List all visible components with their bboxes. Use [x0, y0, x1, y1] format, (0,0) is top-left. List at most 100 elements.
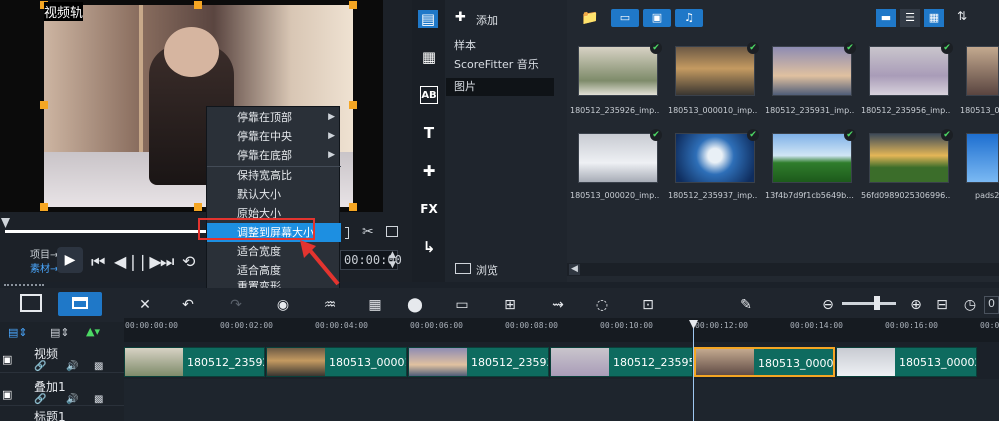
fit-project-icon[interactable]: ⊟	[932, 296, 952, 314]
drag-grip[interactable]	[4, 284, 44, 286]
go-end-icon[interactable]: ⏭	[160, 252, 174, 272]
filter-icon[interactable]: FX	[420, 200, 438, 218]
timeline-clip[interactable]: 180512_235931_im	[408, 347, 549, 377]
next-frame-icon[interactable]: ❘▶	[136, 252, 162, 271]
browse-icon[interactable]	[455, 263, 471, 274]
zoom-slider-handle[interactable]	[874, 296, 880, 310]
view-list-button[interactable]: ☰	[900, 9, 920, 27]
speaker-icon[interactable]: 🔊	[66, 394, 78, 405]
import-folder-icon[interactable]: 📁	[581, 10, 598, 26]
category-item[interactable]: ScoreFitter 音乐	[446, 56, 554, 74]
show-videos-button[interactable]: ▭	[611, 9, 639, 27]
timeline-clip-selected[interactable]: 180513_000031_im	[694, 347, 835, 377]
time-remapping-icon[interactable]: ⇝	[548, 296, 568, 314]
add-button[interactable]: 添加	[476, 12, 498, 28]
resize-handle[interactable]	[349, 1, 357, 9]
tools-icon[interactable]: ✕	[135, 296, 155, 314]
link-icon[interactable]: 🔗	[34, 361, 46, 372]
subtitle-editor-icon[interactable]: ▭	[452, 296, 472, 314]
show-photos-button[interactable]: ▣	[643, 9, 671, 27]
ripple-edit-icon[interactable]: ▲▾	[86, 325, 100, 338]
media-thumbnail[interactable]: ✔	[578, 42, 662, 96]
motion-tracking-icon[interactable]: ⬤	[405, 296, 425, 314]
redo-icon[interactable]: ↷	[226, 296, 246, 314]
title-icon[interactable]: T	[420, 124, 438, 142]
menu-item-keep-aspect[interactable]: 保持宽高比	[207, 166, 341, 185]
menu-item-dock-bottom[interactable]: 停靠在底部 ▶	[207, 146, 341, 165]
grid-icon[interactable]: ▩	[94, 394, 103, 405]
path-icon[interactable]: ↳	[420, 238, 438, 256]
graphic-icon[interactable]: ✚	[420, 162, 438, 180]
zoom-in-icon[interactable]: ⊕	[906, 296, 926, 314]
speaker-icon[interactable]: 🔊	[66, 361, 78, 372]
transition-icon[interactable]: AB	[420, 86, 438, 104]
category-item-selected[interactable]: 图片	[446, 78, 554, 96]
track-manager-icon[interactable]: ▤⇕	[8, 326, 28, 339]
view-list-wide-button[interactable]: ▬	[876, 9, 896, 27]
enlarge-icon[interactable]	[386, 226, 398, 237]
mask-creator-icon[interactable]: ◌	[592, 296, 612, 314]
mark-out-icon[interactable]	[345, 227, 349, 239]
scissors-icon[interactable]: ✂	[362, 224, 374, 240]
add-icon[interactable]: ✚	[455, 10, 466, 25]
multi-camera-icon[interactable]: ⊞	[500, 296, 520, 314]
auto-music-icon[interactable]: ▦	[365, 296, 385, 314]
media-thumbnail[interactable]: ✔	[578, 129, 662, 183]
media-icon[interactable]: ▤	[418, 10, 438, 28]
check-icon: ✔	[650, 42, 662, 54]
timeline-clip[interactable]: 180512_235926_im	[124, 347, 265, 377]
resize-handle[interactable]	[194, 1, 202, 9]
grid-icon[interactable]: ▩	[94, 361, 103, 372]
mark-icon[interactable]: ✎	[736, 296, 756, 314]
mode-project-label[interactable]: 项目→	[30, 246, 58, 261]
undo-icon[interactable]: ↶	[178, 296, 198, 314]
resize-handle[interactable]	[349, 101, 357, 109]
sort-icon[interactable]: ⇅	[957, 9, 967, 23]
playhead-line[interactable]	[693, 320, 694, 421]
media-thumbnail[interactable]: ✔	[675, 42, 759, 96]
resize-handle[interactable]	[40, 203, 48, 211]
play-button[interactable]: ▶	[57, 247, 83, 273]
zoom-slider[interactable]	[842, 302, 896, 305]
resize-handle[interactable]	[40, 101, 48, 109]
timeline-view-button[interactable]	[58, 292, 102, 316]
media-thumbnail[interactable]	[966, 133, 999, 183]
chapter-point-icon[interactable]: ▤⇕	[50, 326, 70, 339]
browse-button[interactable]: 浏览	[476, 262, 498, 278]
media-thumbnail[interactable]: ✔	[675, 129, 759, 183]
pan-zoom-icon[interactable]: ⊡	[638, 296, 658, 314]
overlay-track[interactable]	[124, 379, 999, 421]
instant-project-icon[interactable]: ▦	[420, 48, 438, 66]
media-thumbnail[interactable]: ✔	[772, 129, 856, 183]
record-capture-icon[interactable]: ◉	[273, 296, 293, 314]
timecode-stepper-icon[interactable]: ▲ ▼	[389, 250, 396, 270]
link-icon[interactable]: 🔗	[34, 394, 46, 405]
view-thumbnail-button[interactable]: ▦	[924, 9, 944, 27]
media-thumbnail[interactable]: ✔	[772, 42, 856, 96]
collapse-left-icon[interactable]: ◀	[569, 264, 580, 275]
mode-clip-label[interactable]: 素材→	[30, 260, 58, 275]
library-scrollbar[interactable]: ◀	[567, 263, 999, 276]
timeline-clip[interactable]: 180513_000010_im	[266, 347, 407, 377]
menu-item-dock-top[interactable]: 停靠在顶部 ▶	[207, 108, 341, 127]
duration-field[interactable]: 0	[984, 296, 999, 314]
storyboard-view-button[interactable]	[20, 294, 42, 312]
zoom-out-icon[interactable]: ⊖	[818, 296, 838, 314]
repeat-icon[interactable]: ⟲	[182, 252, 195, 271]
resize-handle[interactable]	[349, 203, 357, 211]
media-thumbnail[interactable]: ✔	[869, 129, 953, 183]
timeline-clip[interactable]: 180513_000020_im	[836, 347, 977, 377]
ruler-tick: 00:00:12:00	[695, 321, 748, 330]
media-thumbnail[interactable]	[966, 46, 999, 96]
media-thumbnail[interactable]: ✔	[869, 42, 953, 96]
show-audio-button[interactable]: ♫	[675, 9, 703, 27]
time-ruler[interactable]: 00:00:00:00 00:00:02:00 00:00:04:00 00:0…	[124, 318, 999, 342]
go-start-icon[interactable]: ⏮	[91, 252, 105, 272]
timeline-clip[interactable]: 180512_235956_imp	[550, 347, 693, 377]
menu-item-dock-center[interactable]: 停靠在中央 ▶	[207, 127, 341, 146]
menu-item-default-size[interactable]: 默认大小	[207, 185, 341, 204]
category-item[interactable]: 样本	[446, 37, 554, 55]
resize-handle[interactable]	[194, 203, 202, 211]
clock-icon[interactable]: ◷	[960, 296, 980, 314]
sound-mixer-icon[interactable]: ♒	[320, 296, 340, 314]
